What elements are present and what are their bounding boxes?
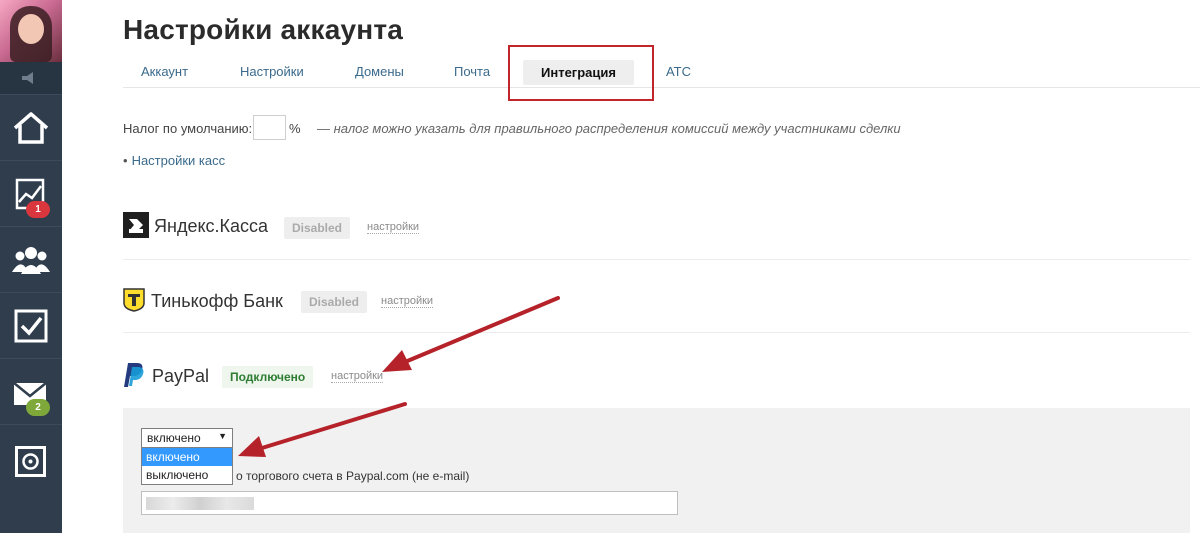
bullet: • xyxy=(123,153,128,168)
integration-row-tinkoff: Тинькофф Банк Disabled настройки xyxy=(123,261,1190,333)
integration-row-yandex: Яндекс.Касса Disabled настройки xyxy=(123,188,1190,260)
home-icon xyxy=(13,112,49,144)
sidebar-item-settings[interactable] xyxy=(0,424,62,490)
status-badge: Подключено xyxy=(222,366,314,388)
avatar[interactable] xyxy=(0,0,62,62)
tax-percent-sign: % xyxy=(289,121,301,136)
safe-icon xyxy=(15,446,46,477)
avatar-face xyxy=(18,14,44,44)
page-title: Настройки аккаунта xyxy=(123,14,404,45)
tab-settings[interactable]: Настройки xyxy=(240,64,304,79)
sidebar-item-contacts[interactable] xyxy=(0,226,62,292)
sidebar-item-tasks[interactable] xyxy=(0,292,62,358)
integration-settings-link[interactable]: настройки xyxy=(331,370,384,383)
sidebar-item-mail[interactable]: 2 xyxy=(0,358,62,424)
tab-pbx[interactable]: АТС xyxy=(666,64,691,79)
tax-input[interactable] xyxy=(253,115,286,140)
integration-settings-link[interactable]: настройки xyxy=(381,295,434,308)
dropdown-option-enabled[interactable]: включено xyxy=(142,448,232,466)
checkbox-icon xyxy=(14,309,48,343)
integration-settings-link[interactable]: настройки xyxy=(367,221,420,234)
kassa-settings-link[interactable]: • Настройки касс xyxy=(123,153,225,168)
redacted-value xyxy=(146,497,254,510)
integration-name: PayPal xyxy=(152,366,210,386)
integration-row-paypal: PayPal Подключено настройки xyxy=(123,334,1190,406)
sidebar-item-analytics[interactable]: 1 xyxy=(0,160,62,226)
users-icon xyxy=(12,247,50,274)
merchant-id-input[interactable] xyxy=(141,491,678,515)
annotation-highlight-box xyxy=(508,45,654,101)
select-value: включено xyxy=(147,431,201,445)
chevron-down-icon: ▼ xyxy=(218,431,227,441)
analytics-badge: 1 xyxy=(26,201,50,218)
kassa-settings-label: Настройки касс xyxy=(131,153,226,168)
dropdown-option-disabled[interactable]: выключено xyxy=(142,466,232,484)
tinkoff-logo-icon xyxy=(123,288,145,312)
tab-mail[interactable]: Почта xyxy=(454,64,490,79)
tax-hint: — налог можно указать для правильного ра… xyxy=(317,121,901,136)
yandex-kassa-logo-icon xyxy=(123,212,149,238)
integration-name: Тинькофф Банк xyxy=(151,291,283,311)
status-badge: Disabled xyxy=(301,291,368,313)
speaker-icon xyxy=(22,72,33,84)
sidebar-collapse-toggle[interactable] xyxy=(0,62,62,94)
status-badge: Disabled xyxy=(284,217,351,239)
integration-name: Яндекс.Касса xyxy=(154,216,269,236)
tab-domains[interactable]: Домены xyxy=(355,64,404,79)
mail-badge: 2 xyxy=(26,399,50,416)
paypal-logo-icon xyxy=(124,363,144,387)
tab-account[interactable]: Аккаунт xyxy=(141,64,188,79)
sidebar: 1 2 xyxy=(0,0,62,533)
merchant-id-label: о торгового счета в Paypal.com (не e-mai… xyxy=(236,469,470,483)
paypal-status-select[interactable]: включено ▼ xyxy=(141,428,233,448)
tax-label: Налог по умолчанию: xyxy=(123,121,253,136)
sidebar-item-dashboard[interactable] xyxy=(0,94,62,160)
paypal-status-dropdown: включено выключено xyxy=(141,447,233,485)
settings-tabs: Аккаунт Настройки Домены Почта Интеграци… xyxy=(123,58,1200,88)
